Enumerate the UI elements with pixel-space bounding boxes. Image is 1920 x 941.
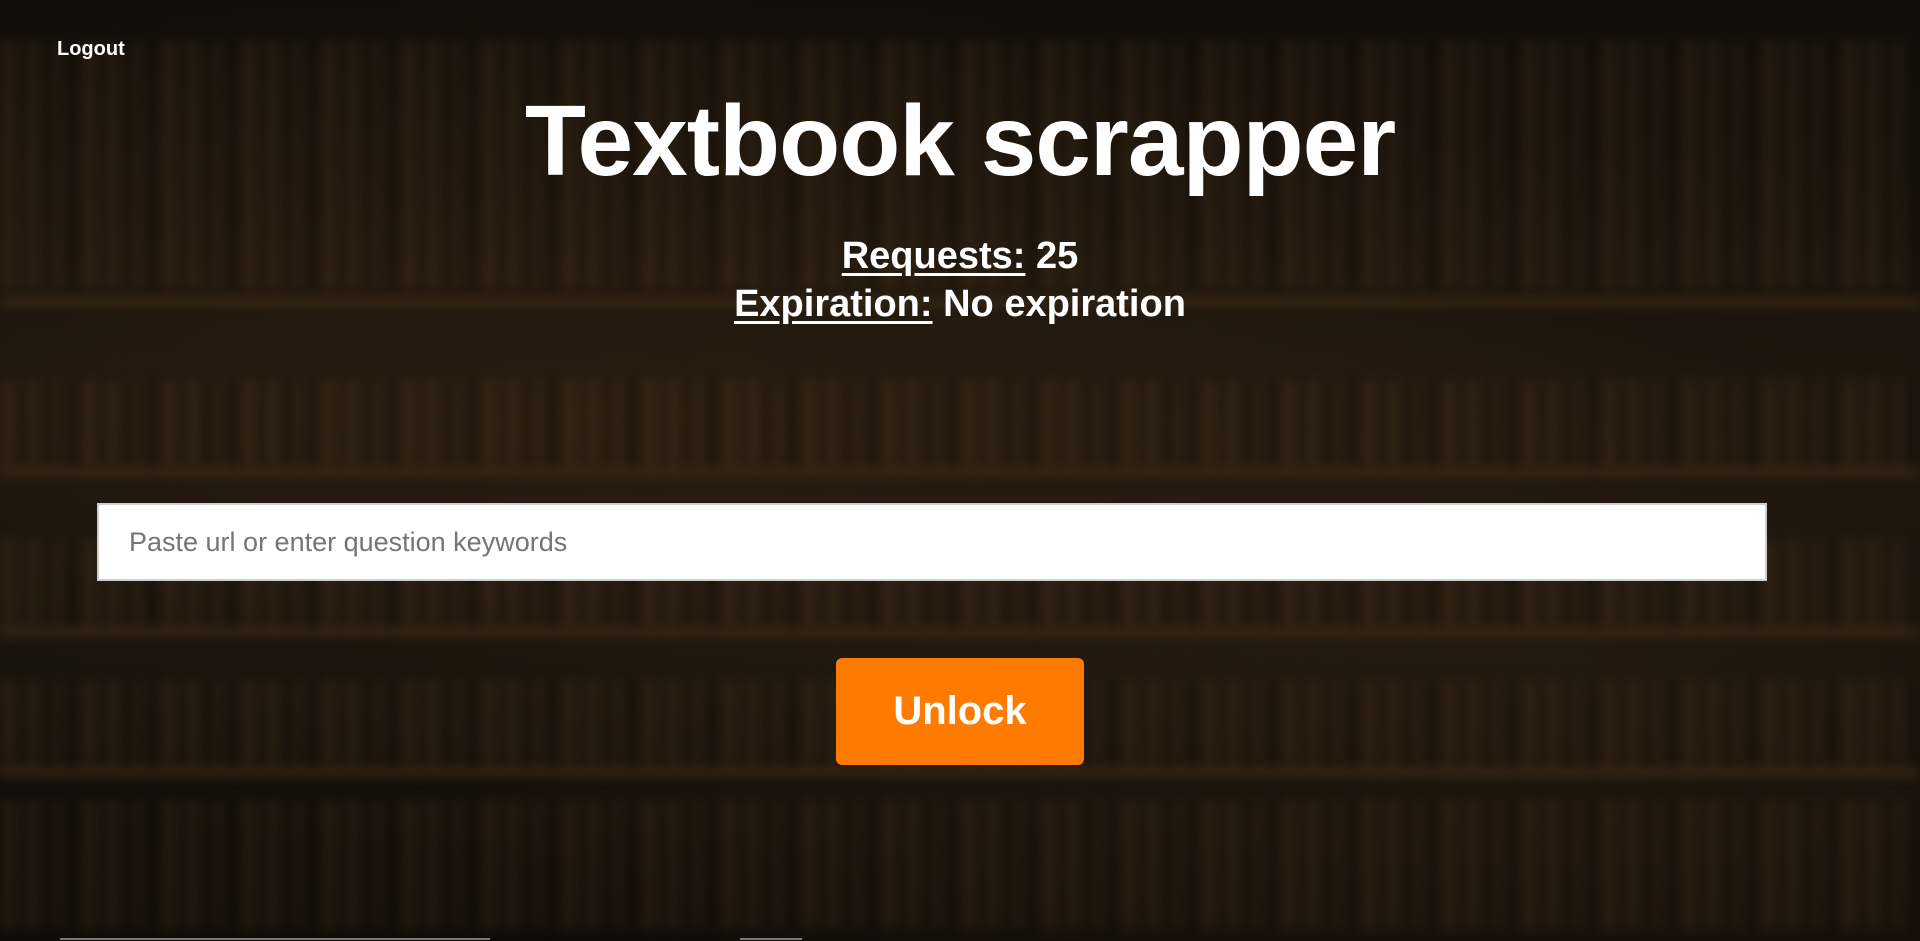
search-input[interactable] (97, 503, 1767, 581)
expiration-value: No expiration (943, 283, 1186, 325)
requests-label: Requests: (841, 235, 1026, 277)
background-shelf-4 (0, 765, 1920, 779)
logout-link[interactable]: Logout (57, 38, 125, 61)
page-title: Textbook scrapper (524, 85, 1396, 197)
account-stats: Requests: 25 Expiration: No expiration (0, 232, 1920, 328)
background-books-row-5 (0, 800, 1920, 930)
expiration-row: Expiration: No expiration (0, 280, 1920, 328)
requests-row: Requests: 25 (0, 232, 1920, 280)
background-books-row-2 (0, 380, 1920, 470)
bottom-divider-center (740, 938, 802, 940)
background-shelf-3 (0, 625, 1920, 639)
requests-value: 25 (1036, 235, 1079, 277)
expiration-label: Expiration: (734, 283, 933, 325)
unlock-button[interactable]: Unlock (836, 658, 1084, 765)
title-container: Textbook scrapper (0, 86, 1920, 196)
background-shelf-2 (0, 465, 1920, 479)
bottom-divider-left (60, 938, 490, 940)
